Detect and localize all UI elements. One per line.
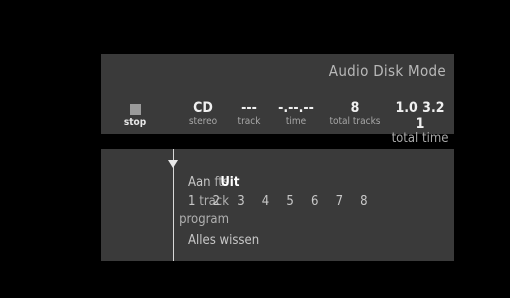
track-number-list: 12345678 bbox=[188, 194, 385, 209]
total-time-value: 1.0 3.2 1 bbox=[395, 100, 445, 132]
disc-type-display: CD stereo bbox=[183, 100, 223, 128]
track-number-6[interactable]: 6 bbox=[311, 194, 336, 209]
track-number-4[interactable]: 4 bbox=[262, 194, 287, 209]
track-number-5[interactable]: 5 bbox=[286, 194, 311, 209]
cursor-arrow-icon bbox=[168, 160, 178, 168]
program-row-label: program bbox=[179, 212, 229, 227]
fts-option-aan[interactable]: Aan bbox=[188, 175, 211, 190]
stop-button[interactable]: stop bbox=[119, 104, 151, 128]
total-tracks-value: 8 bbox=[350, 100, 360, 116]
time-value: -.--.-- bbox=[278, 100, 314, 116]
track-number-3[interactable]: 3 bbox=[237, 194, 262, 209]
status-panel: Audio Disk Mode stop CD stereo --- track… bbox=[101, 54, 454, 146]
time-label: time bbox=[285, 116, 307, 127]
fts-options: Aan Uit bbox=[188, 175, 245, 190]
stop-icon bbox=[129, 104, 141, 115]
track-number-7[interactable]: 7 bbox=[336, 194, 361, 209]
disc-type-value: CD bbox=[193, 100, 213, 116]
clear-all-button[interactable]: Alles wissen bbox=[188, 233, 259, 248]
mode-title: Audio Disk Mode bbox=[328, 62, 446, 80]
track-number-2[interactable]: 2 bbox=[213, 194, 238, 209]
total-time-display: 1.0 3.2 1 total time bbox=[389, 100, 451, 146]
total-tracks-display: 8 total tracks bbox=[327, 100, 383, 128]
track-value: --- bbox=[241, 100, 257, 116]
track-number-1[interactable]: 1 bbox=[188, 194, 213, 209]
track-display: --- track bbox=[229, 100, 269, 128]
total-time-label: total time bbox=[391, 131, 449, 146]
track-number-8[interactable]: 8 bbox=[360, 194, 385, 209]
total-tracks-label: total tracks bbox=[329, 116, 381, 127]
fts-option-uit[interactable]: Uit bbox=[220, 175, 239, 190]
disc-type-label: stereo bbox=[188, 116, 218, 127]
time-display: -.--.-- time bbox=[273, 100, 319, 128]
stop-label: stop bbox=[123, 117, 147, 128]
track-label: track bbox=[237, 116, 261, 127]
